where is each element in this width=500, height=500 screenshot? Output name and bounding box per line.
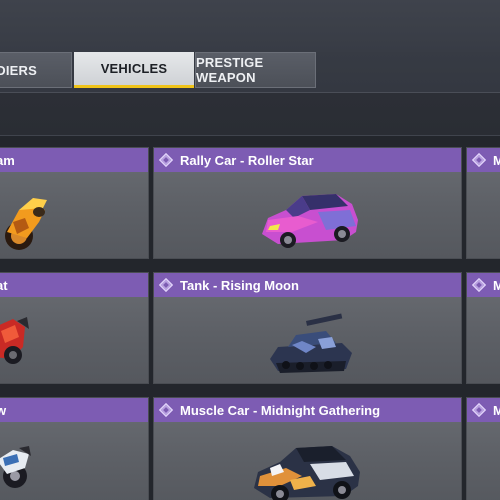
vehicle-image xyxy=(467,422,500,500)
vehicle-card[interactable]: M xyxy=(466,272,500,384)
vehicle-image xyxy=(467,297,500,383)
vehicle-card[interactable]: Muscle Car - Midnight Gathering xyxy=(153,397,462,500)
rarity-diamond-icon xyxy=(159,403,173,417)
top-bar xyxy=(0,0,500,52)
vehicle-card[interactable]: w xyxy=(0,397,149,500)
card-title: Muscle Car - Midnight Gathering xyxy=(180,402,381,418)
tab-soldiers[interactable]: OLDIERS xyxy=(0,52,72,88)
vehicle-image xyxy=(154,172,461,258)
card-title: at xyxy=(0,277,8,293)
vehicle-image xyxy=(154,422,461,500)
vehicle-image xyxy=(0,422,148,500)
card-title: am xyxy=(0,152,15,168)
vehicles-screen: OLDIERS VEHICLES PRESTIGE WEAPON am xyxy=(0,0,500,500)
card-header: am xyxy=(0,148,148,172)
card-title: M xyxy=(493,277,500,293)
vehicle-image xyxy=(0,297,148,383)
vehicle-card[interactable]: Rally Car - Roller Star xyxy=(153,147,462,259)
vehicle-card[interactable]: am xyxy=(0,147,149,259)
tab-vehicles-label: VEHICLES xyxy=(100,61,168,76)
card-title: M xyxy=(493,152,500,168)
card-header: Muscle Car - Midnight Gathering xyxy=(154,398,461,422)
card-title: w xyxy=(0,402,7,418)
rarity-diamond-icon xyxy=(472,403,486,417)
card-header: M xyxy=(467,398,500,422)
card-header: M xyxy=(467,273,500,297)
rarity-diamond-icon xyxy=(159,278,173,292)
card-title: Rally Car - Roller Star xyxy=(180,152,314,168)
filter-bar xyxy=(0,93,500,136)
card-header: Rally Car - Roller Star xyxy=(154,148,461,172)
card-header: M xyxy=(467,148,500,172)
tab-soldiers-label: OLDIERS xyxy=(0,62,37,78)
vehicle-card[interactable]: Tank - Rising Moon xyxy=(153,272,462,384)
vehicle-image xyxy=(0,172,148,258)
vehicle-image xyxy=(154,297,461,383)
card-header: w xyxy=(0,398,148,422)
card-header: at xyxy=(0,273,148,297)
rarity-diamond-icon xyxy=(159,153,173,167)
rarity-diamond-icon xyxy=(472,278,486,292)
tab-prestige-weapon-label: PRESTIGE WEAPON xyxy=(196,55,264,85)
vehicle-card[interactable]: M xyxy=(466,397,500,500)
vehicle-card[interactable]: at xyxy=(0,272,149,384)
tab-bar: OLDIERS VEHICLES PRESTIGE WEAPON xyxy=(0,52,500,92)
rarity-diamond-icon xyxy=(472,153,486,167)
tab-prestige-weapon[interactable]: PRESTIGE WEAPON xyxy=(195,52,316,88)
card-title: M xyxy=(493,402,500,418)
vehicle-card[interactable]: M xyxy=(466,147,500,259)
card-header: Tank - Rising Moon xyxy=(154,273,461,297)
vehicle-image xyxy=(467,172,500,258)
card-title: Tank - Rising Moon xyxy=(180,277,299,293)
tab-vehicles[interactable]: VEHICLES xyxy=(74,52,194,88)
